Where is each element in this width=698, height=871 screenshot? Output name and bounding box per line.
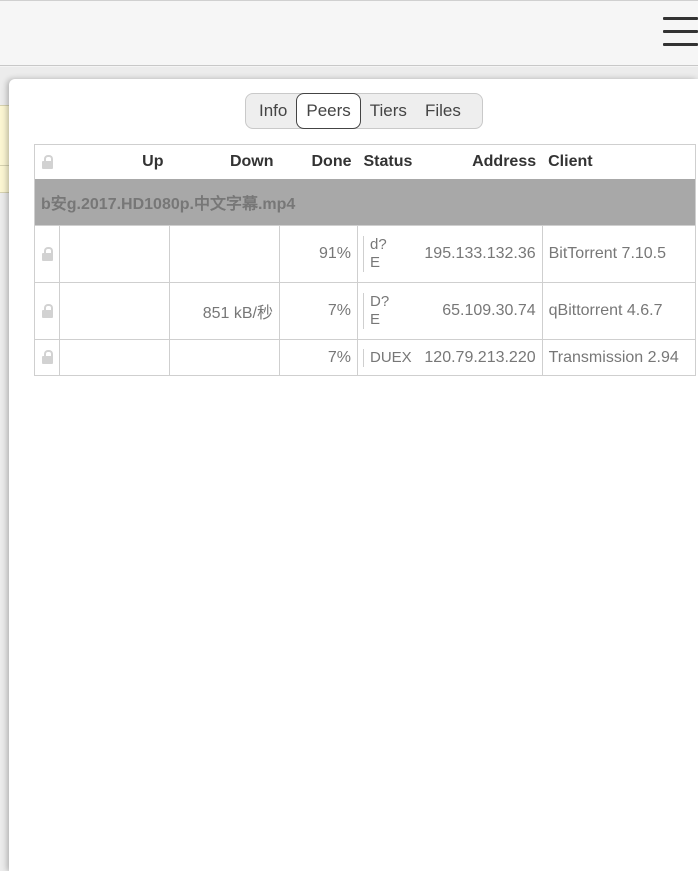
- peer-up: [59, 282, 170, 340]
- encryption-column-header[interactable]: [34, 144, 60, 179]
- peer-status: d? E: [357, 225, 419, 283]
- column-header-up[interactable]: Up: [59, 144, 170, 179]
- peer-row[interactable]: 91% d? E 195.133.132.36 BitTorrent 7.10.…: [34, 225, 697, 283]
- torrent-group-row: b安g.2017.HD1080p.中文字幕.mp4: [34, 179, 696, 226]
- peer-status: D? E: [357, 282, 419, 340]
- peer-row[interactable]: 7% DUEX 120.79.213.220 Transmission 2.94: [34, 339, 697, 376]
- column-header-client[interactable]: Client: [542, 144, 697, 179]
- peer-address: 195.133.132.36: [418, 225, 543, 283]
- peer-status: DUEX: [357, 339, 419, 376]
- peer-down: [169, 225, 280, 283]
- peer-status-line1: D?: [370, 293, 390, 310]
- peer-up: [59, 339, 170, 376]
- peer-status-line1: DUEX: [370, 348, 412, 366]
- column-header-status[interactable]: Status: [357, 144, 419, 179]
- lock-icon: [41, 154, 53, 169]
- inspector-panel: Info Peers Tiers Files Up Down Done Stat…: [9, 79, 698, 871]
- lock-icon: [41, 350, 53, 365]
- peer-down: [169, 339, 280, 376]
- peer-address: 65.109.30.74: [418, 282, 543, 340]
- peer-done: 7%: [279, 339, 358, 376]
- tab-tiers[interactable]: Tiers: [361, 94, 416, 128]
- peer-address: 120.79.213.220: [418, 339, 543, 376]
- peer-done: 91%: [279, 225, 358, 283]
- peer-client: BitTorrent 7.10.5: [541, 225, 697, 283]
- peer-done: 7%: [279, 282, 358, 340]
- column-header-address[interactable]: Address: [418, 144, 543, 179]
- peer-up: [59, 225, 170, 283]
- peers-table: Up Down Done Status Address Client b安g.2…: [34, 144, 697, 376]
- peer-client: qBittorrent 4.6.7: [541, 282, 697, 340]
- tab-files[interactable]: Files: [416, 94, 470, 128]
- peer-encryption: [34, 339, 60, 376]
- lock-icon: [41, 246, 53, 261]
- hamburger-menu-icon[interactable]: [663, 17, 698, 47]
- inspector-tabs: Info Peers Tiers Files: [245, 93, 483, 129]
- tab-peers[interactable]: Peers: [296, 93, 361, 129]
- peer-status-line1: d?: [370, 236, 387, 253]
- peer-down: 851 kB/秒: [169, 282, 280, 340]
- peer-row[interactable]: 851 kB/秒 7% D? E 65.109.30.74 qBittorren…: [34, 282, 697, 340]
- peer-client: Transmission 2.94: [541, 339, 697, 376]
- peer-status-line2: E: [370, 254, 381, 271]
- torrent-name: b安g.2017.HD1080p.中文字幕.mp4: [34, 179, 696, 226]
- lock-icon: [41, 303, 53, 318]
- tab-info[interactable]: Info: [250, 94, 296, 128]
- column-header-done[interactable]: Done: [279, 144, 358, 179]
- column-header-down[interactable]: Down: [169, 144, 280, 179]
- peers-table-header: Up Down Done Status Address Client: [34, 144, 697, 179]
- peer-encryption: [34, 225, 60, 283]
- peer-encryption: [34, 282, 60, 340]
- peer-status-line2: E: [370, 311, 381, 328]
- top-toolbar: [0, 0, 698, 66]
